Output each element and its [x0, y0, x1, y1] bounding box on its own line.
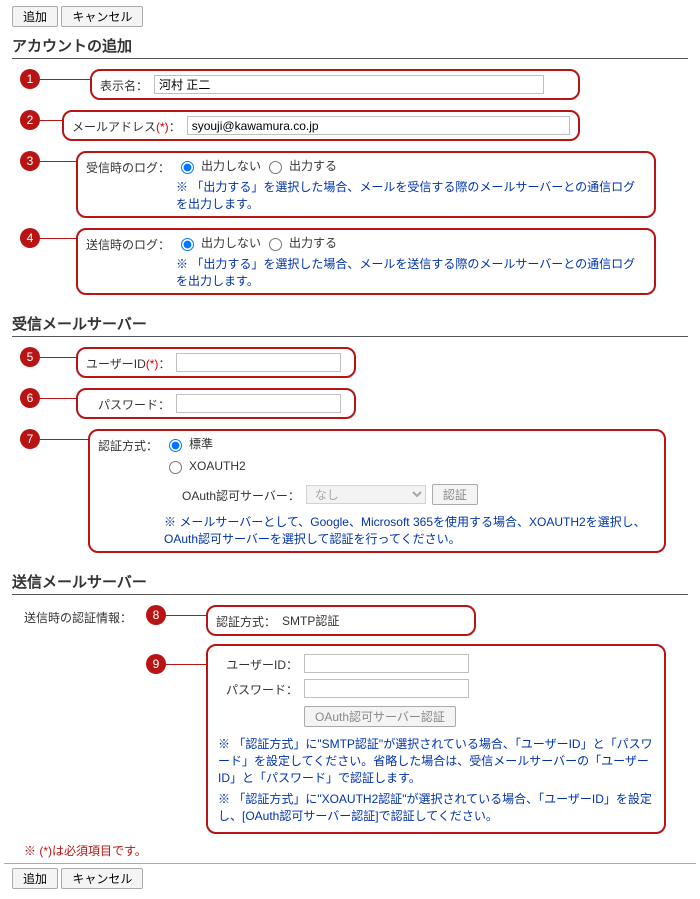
- add-button-bottom[interactable]: 追加: [12, 868, 58, 889]
- send-user-id-input[interactable]: [304, 654, 469, 673]
- display-name-label: 表示名：: [100, 75, 148, 94]
- annotation-badge: 9: [146, 654, 166, 674]
- required-footnote: ※ (*)は必須項目です。: [24, 842, 688, 859]
- section-title-send: 送信メールサーバー: [12, 571, 688, 592]
- recv-auth-method-label: 認証方式：: [98, 435, 158, 454]
- send-log-output-radio[interactable]: [269, 238, 282, 251]
- annotation-badge: 4: [20, 228, 40, 248]
- oauth-server-label: OAuth認可サーバー：: [182, 485, 300, 504]
- annotation-badge: 2: [20, 110, 40, 130]
- recv-user-id-input[interactable]: [176, 353, 341, 372]
- send-auth-method-label: 認証方式：: [216, 611, 276, 630]
- cancel-button-bottom[interactable]: キャンセル: [61, 868, 143, 889]
- oauth-server-select[interactable]: なし: [306, 485, 426, 504]
- oauth-auth-button[interactable]: 認証: [432, 484, 478, 505]
- radio-label: 出力しない: [201, 234, 261, 251]
- oauth-note: ※ メールサーバーとして、Google、Microsoft 365を使用する場合…: [164, 513, 656, 547]
- recv-log-output-radio[interactable]: [269, 161, 282, 174]
- display-name-input[interactable]: [154, 75, 544, 94]
- oauth-server-auth-button[interactable]: OAuth認可サーバー認証: [304, 706, 456, 727]
- divider: [12, 58, 688, 59]
- send-auth-method-value: SMTP認証: [282, 612, 339, 629]
- section-title-recv: 受信メールサーバー: [12, 313, 688, 334]
- email-input[interactable]: [187, 116, 570, 135]
- send-user-id-label: ユーザーID：: [218, 654, 298, 673]
- recv-user-id-label: ユーザーID(*)：: [86, 353, 170, 372]
- annotation-badge: 7: [20, 429, 40, 449]
- annotation-badge: 3: [20, 151, 40, 171]
- annotation-badge: 6: [20, 388, 40, 408]
- email-label: メールアドレス(*)：: [72, 116, 181, 135]
- send-log-note: ※ 「出力する」を選択した場合、メールを送信する際のメールサーバーとの通信ログを…: [176, 255, 646, 289]
- annotation-badge: 5: [20, 347, 40, 367]
- recv-log-note: ※ 「出力する」を選択した場合、メールを受信する際のメールサーバーとの通信ログを…: [176, 178, 646, 212]
- auth-xoauth2-radio[interactable]: [169, 461, 182, 474]
- send-log-label: 送信時のログ：: [86, 234, 170, 253]
- radio-label: 出力しない: [201, 157, 261, 174]
- smtp-note-2: ※ 「認証方式」に"XOAUTH2認証"が選択されている場合、「ユーザーID」を…: [218, 790, 654, 824]
- send-password-input[interactable]: [304, 679, 469, 698]
- section-title-account: アカウントの追加: [12, 35, 688, 56]
- smtp-note-1: ※ 「認証方式」に"SMTP認証"が選択されている場合、「ユーザーID」と「パス…: [218, 735, 654, 786]
- divider: [12, 594, 688, 595]
- divider: [4, 863, 696, 864]
- send-auth-info-label: 送信時の認証情報：: [12, 605, 132, 626]
- add-button-top[interactable]: 追加: [12, 6, 58, 27]
- radio-label: 出力する: [289, 157, 337, 174]
- radio-label: 標準: [189, 435, 213, 452]
- divider: [12, 336, 688, 337]
- send-log-no-output-radio[interactable]: [181, 238, 194, 251]
- cancel-button-top[interactable]: キャンセル: [61, 6, 143, 27]
- recv-log-label: 受信時のログ：: [86, 157, 170, 176]
- auth-standard-radio[interactable]: [169, 439, 182, 452]
- annotation-badge: 8: [146, 605, 166, 625]
- recv-password-label: パスワード：: [86, 394, 170, 413]
- recv-log-no-output-radio[interactable]: [181, 161, 194, 174]
- recv-password-input[interactable]: [176, 394, 341, 413]
- radio-label: XOAUTH2: [189, 459, 246, 473]
- send-password-label: パスワード：: [218, 679, 298, 698]
- annotation-badge: 1: [20, 69, 40, 89]
- radio-label: 出力する: [289, 234, 337, 251]
